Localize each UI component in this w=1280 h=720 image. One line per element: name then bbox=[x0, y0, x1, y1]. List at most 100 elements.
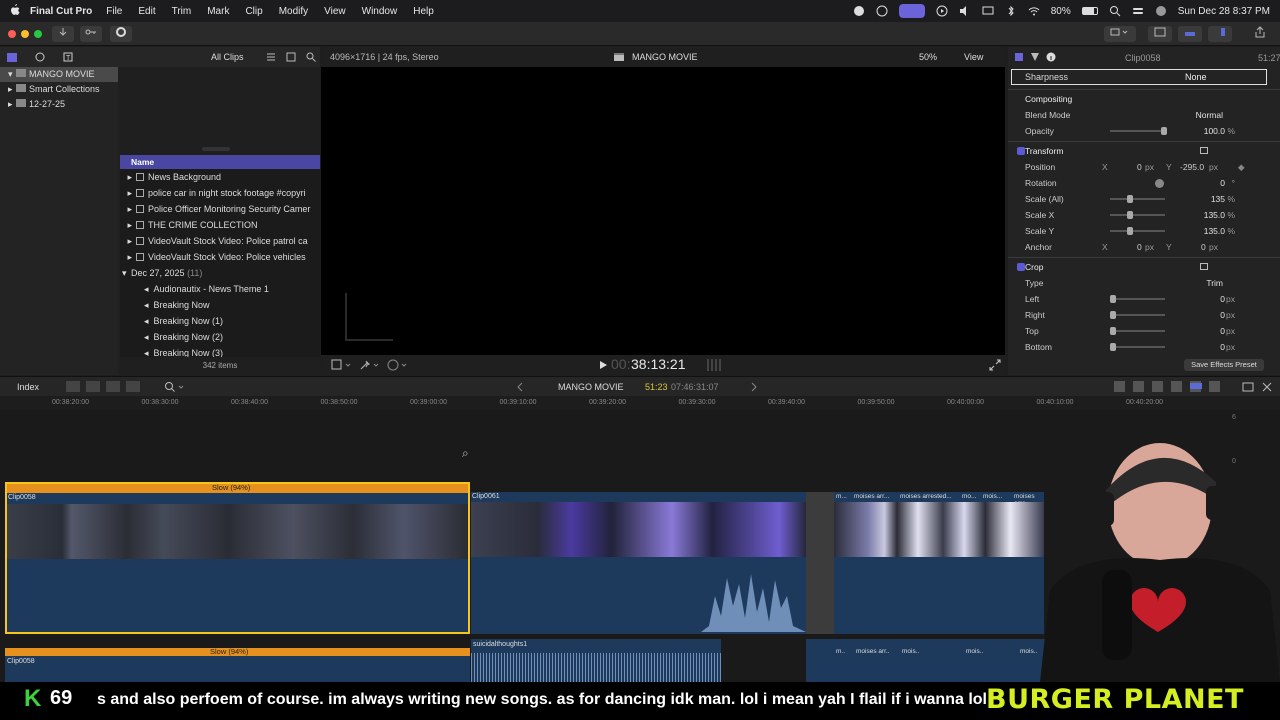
video-inspector-icon[interactable] bbox=[1014, 52, 1024, 62]
disclosure-triangle-icon[interactable]: ▸ bbox=[8, 97, 16, 112]
crop-right-value[interactable]: 0 bbox=[1220, 307, 1225, 323]
show-inspector-button[interactable] bbox=[1208, 26, 1232, 42]
slider-knob[interactable] bbox=[1127, 195, 1133, 203]
keyframe-icon[interactable]: ◆ bbox=[1238, 159, 1245, 175]
fullscreen-icon[interactable] bbox=[989, 359, 1001, 371]
crop-left-value[interactable]: 0 bbox=[1220, 291, 1225, 307]
disclosure-triangle-icon[interactable]: ▾ bbox=[8, 67, 16, 82]
library-item-smart-collections[interactable]: ▸ Smart Collections bbox=[0, 82, 118, 97]
scale-all-value[interactable]: 135 bbox=[1211, 191, 1225, 207]
library-item-event[interactable]: ▸ 12-27-25 bbox=[0, 97, 118, 112]
crop-bottom-value[interactable]: 0 bbox=[1220, 339, 1225, 355]
opacity-slider[interactable] bbox=[1110, 127, 1167, 135]
retime-bar[interactable]: Slow (94%) bbox=[5, 647, 470, 656]
transform-onscreen-icon[interactable] bbox=[1200, 147, 1208, 154]
menu-view[interactable]: View bbox=[324, 6, 346, 17]
screen-mirror-icon[interactable] bbox=[898, 4, 925, 18]
timecode-display[interactable]: 38:13:21 bbox=[631, 356, 686, 372]
scale-all-slider[interactable] bbox=[1110, 195, 1165, 203]
lower-clip[interactable]: Slow (94%) Clip0058 bbox=[5, 647, 470, 682]
share-button[interactable] bbox=[1250, 26, 1270, 42]
clock[interactable]: Sun Dec 28 8:37 PM bbox=[1178, 6, 1270, 17]
position-y-value[interactable]: -295.0 bbox=[1180, 159, 1204, 175]
layout-button[interactable] bbox=[1104, 26, 1136, 42]
audio-clip-row[interactable]: ◂ Breaking Now bbox=[120, 297, 320, 313]
slider-knob[interactable] bbox=[1127, 227, 1133, 235]
audio-clip-row[interactable]: ◂ Breaking Now (2) bbox=[120, 329, 320, 345]
search-icon[interactable] bbox=[1109, 5, 1121, 17]
scale-y-slider[interactable] bbox=[1110, 227, 1165, 235]
clip[interactable]: Clip0061 bbox=[471, 492, 806, 634]
timeline-tools-icon[interactable] bbox=[1114, 381, 1226, 392]
enhance-icon[interactable] bbox=[359, 359, 381, 371]
battery-icon[interactable] bbox=[1081, 7, 1098, 15]
blend-mode-dropdown[interactable]: Normal bbox=[1196, 107, 1223, 123]
libraries-icon[interactable] bbox=[6, 51, 18, 63]
view-dropdown[interactable]: View bbox=[964, 52, 983, 62]
back-arrow-icon[interactable] bbox=[516, 382, 524, 392]
volume-icon[interactable] bbox=[959, 5, 971, 17]
sharpness-dropdown[interactable]: None bbox=[1185, 72, 1207, 82]
date-group-row[interactable]: ▾ Dec 27, 2025 (11) bbox=[120, 265, 320, 281]
crop-right-slider[interactable] bbox=[1110, 311, 1165, 319]
slider-knob[interactable] bbox=[1110, 295, 1116, 303]
display-icon[interactable] bbox=[982, 5, 994, 17]
play-status-icon[interactable] bbox=[936, 5, 948, 17]
background-tasks-button[interactable] bbox=[110, 26, 132, 42]
slider-knob[interactable] bbox=[1110, 311, 1116, 319]
disclosure-triangle-icon[interactable]: ▸ bbox=[120, 169, 132, 185]
selected-clip[interactable]: Slow (94%) Clip0058 bbox=[5, 482, 470, 634]
disclosure-triangle-icon[interactable]: ▸ bbox=[8, 82, 16, 97]
crop-checkbox[interactable] bbox=[1017, 263, 1025, 271]
gap-clip[interactable] bbox=[806, 492, 834, 634]
column-header-name[interactable]: Name bbox=[120, 155, 320, 169]
slider-knob[interactable] bbox=[1127, 211, 1133, 219]
anchor-x-value[interactable]: 0 bbox=[1137, 239, 1142, 255]
info-icon[interactable] bbox=[1046, 52, 1056, 62]
import-button[interactable] bbox=[52, 26, 74, 42]
pane-resize-handle[interactable] bbox=[202, 147, 230, 151]
menu-edit[interactable]: Edit bbox=[138, 6, 155, 17]
bluetooth-icon[interactable] bbox=[1005, 5, 1017, 17]
apple-menu-icon[interactable] bbox=[0, 3, 30, 19]
record-status-icon[interactable] bbox=[853, 5, 865, 17]
crop-top-slider[interactable] bbox=[1110, 327, 1165, 335]
play-button-icon[interactable] bbox=[598, 360, 608, 370]
scale-x-slider[interactable] bbox=[1110, 211, 1165, 219]
wifi-icon[interactable] bbox=[1028, 5, 1040, 17]
forward-arrow-icon[interactable] bbox=[750, 382, 758, 392]
scale-x-value[interactable]: 135.0 bbox=[1204, 207, 1225, 223]
slider-knob[interactable] bbox=[1161, 127, 1167, 135]
clip-row[interactable]: ▸ VideoVault Stock Video: Police vehicles bbox=[120, 249, 320, 265]
titles-generators-icon[interactable]: T bbox=[62, 51, 74, 63]
crop-left-slider[interactable] bbox=[1110, 295, 1165, 303]
zoom-tool-icon[interactable] bbox=[164, 381, 186, 393]
menu-help[interactable]: Help bbox=[413, 6, 434, 17]
show-timeline-button[interactable] bbox=[1178, 26, 1202, 42]
disclosure-triangle-icon[interactable]: ▸ bbox=[120, 233, 132, 249]
retime-bar[interactable]: Slow (94%) bbox=[7, 483, 468, 493]
retime-label[interactable]: Slow (94%) bbox=[212, 483, 250, 492]
position-x-value[interactable]: 0 bbox=[1137, 159, 1142, 175]
minimize-window-button[interactable] bbox=[21, 30, 29, 38]
zoom-dropdown[interactable]: 50% bbox=[919, 52, 937, 62]
save-effects-preset-button[interactable]: Save Effects Preset bbox=[1184, 359, 1264, 371]
skimming-toggle-icon[interactable] bbox=[1190, 383, 1202, 389]
menu-modify[interactable]: Modify bbox=[279, 6, 308, 17]
timeline-index-button[interactable]: Index bbox=[17, 382, 39, 392]
control-center-icon[interactable] bbox=[1132, 5, 1144, 17]
clip-appearance-icon[interactable] bbox=[1242, 381, 1254, 393]
show-browser-button[interactable] bbox=[1148, 26, 1172, 42]
filmstrip-view-icon[interactable] bbox=[286, 52, 296, 62]
slider-knob[interactable] bbox=[1110, 343, 1116, 351]
opacity-value[interactable]: 100.0 bbox=[1204, 123, 1225, 139]
crop-bottom-slider[interactable] bbox=[1110, 343, 1165, 351]
crop-type-dropdown[interactable]: Trim bbox=[1206, 275, 1223, 291]
color-inspector-icon[interactable] bbox=[1030, 52, 1040, 62]
disclosure-triangle-icon[interactable]: ▸ bbox=[120, 185, 132, 201]
user-icon[interactable] bbox=[1155, 5, 1167, 17]
list-view-icon[interactable] bbox=[266, 52, 276, 62]
clip-filter-dropdown[interactable]: All Clips bbox=[211, 52, 244, 62]
search-icon[interactable] bbox=[306, 52, 316, 62]
audio-clip-row[interactable]: ◂ Audionautix - News Theme 1 bbox=[120, 281, 320, 297]
